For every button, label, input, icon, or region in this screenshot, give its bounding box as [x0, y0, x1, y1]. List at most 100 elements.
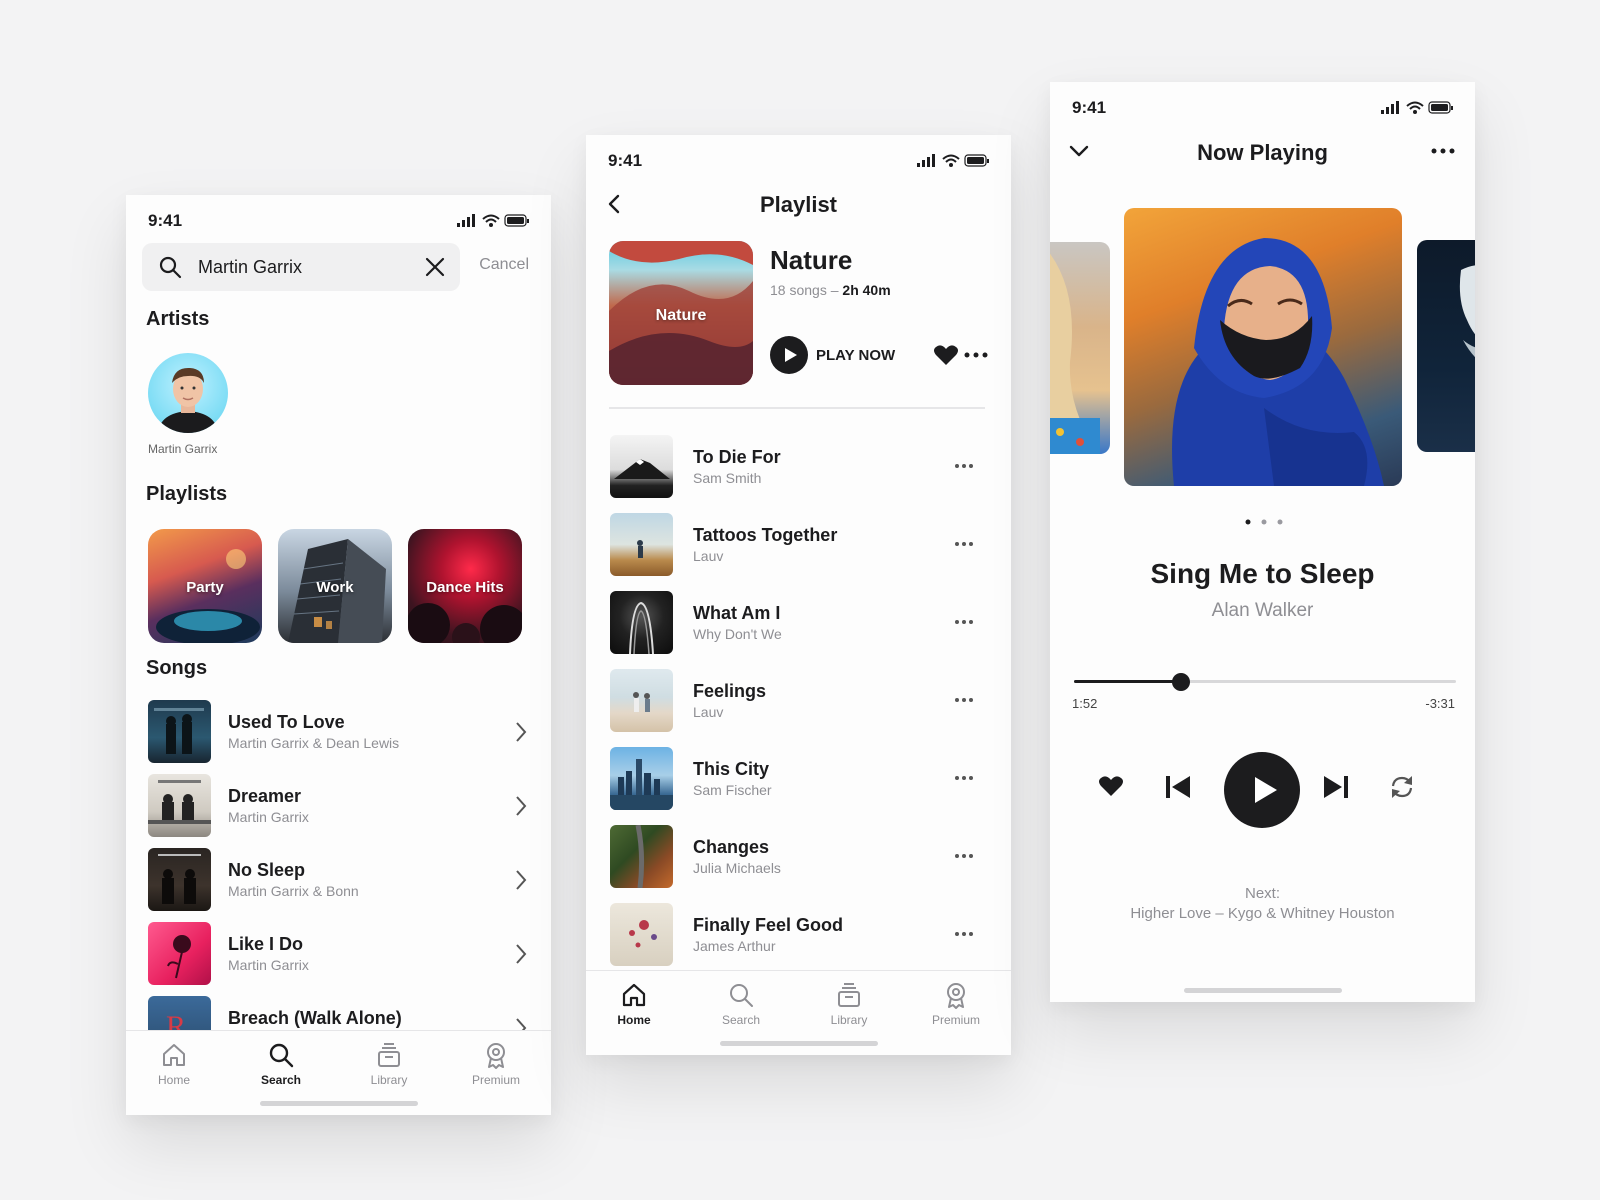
repeat-icon[interactable] — [1388, 774, 1416, 800]
search-field[interactable]: Martin Garrix — [142, 243, 460, 291]
previous-cover-image — [1050, 253, 1100, 454]
more-icon[interactable] — [954, 463, 974, 469]
previous-track-icon[interactable] — [1164, 774, 1192, 800]
pager-dot[interactable] — [1261, 519, 1267, 525]
status-bar: 9:41 — [586, 135, 1011, 185]
track-art-image — [629, 920, 657, 948]
progress-slider[interactable] — [1074, 672, 1456, 692]
song-art — [148, 848, 211, 911]
track-art — [610, 591, 673, 654]
more-icon[interactable] — [954, 697, 974, 703]
track-art — [610, 435, 673, 498]
next-label: Next: — [1244, 885, 1280, 902]
track-row[interactable]: To Die For Sam Smith — [610, 435, 988, 499]
heart-icon[interactable] — [1098, 775, 1124, 797]
tab-home[interactable]: Home — [594, 981, 674, 1027]
playlist-label: Party — [186, 579, 224, 596]
tab-search[interactable]: Search — [701, 981, 781, 1027]
tab-library[interactable]: Library — [349, 1041, 429, 1087]
song-title: Used To Love — [228, 712, 345, 732]
track-art-image — [637, 540, 643, 558]
track-row[interactable]: Finally Feel Good James Arthur — [610, 903, 988, 967]
cancel-button[interactable]: Cancel — [479, 256, 529, 274]
search-screen: 9:41 Martin Garrix Cancel Artists Martin… — [126, 195, 551, 1115]
pager-dot[interactable] — [1277, 519, 1283, 525]
song-art-image — [158, 854, 201, 904]
more-icon[interactable] — [964, 352, 988, 358]
playlists-heading: Playlists — [146, 483, 228, 505]
more-icon[interactable] — [954, 541, 974, 547]
track-art — [610, 903, 673, 966]
next-song[interactable]: Higher Love – Kygo & Whitney Houston — [1050, 905, 1475, 922]
album-cover — [1124, 208, 1402, 486]
track-row[interactable]: What Am I Why Don't We — [610, 591, 988, 655]
song-art — [148, 774, 211, 837]
more-icon[interactable] — [954, 931, 974, 937]
next-track-icon[interactable] — [1322, 774, 1350, 800]
tab-home[interactable]: Home — [134, 1041, 214, 1087]
chevron-right-icon — [516, 796, 527, 816]
track-row[interactable]: This City Sam Fischer — [610, 747, 988, 811]
song-row[interactable]: Used To Love Martin Garrix & Dean Lewis — [148, 700, 528, 764]
artist-name: Martin Garrix — [148, 442, 218, 456]
page-title: Now Playing — [1197, 140, 1328, 165]
song-art — [148, 922, 211, 985]
song-art-image — [154, 708, 204, 754]
previous-cover[interactable] — [1050, 242, 1110, 454]
tab-label: Search — [260, 1073, 302, 1087]
progress-knob[interactable] — [1171, 673, 1190, 691]
tab-label: Search — [721, 1013, 761, 1027]
tab-premium[interactable]: Premium — [456, 1041, 536, 1087]
next-cover[interactable] — [1417, 240, 1475, 452]
track-art-image — [610, 759, 673, 810]
artists-heading: Artists — [146, 308, 210, 330]
track-row[interactable]: Changes Julia Michaels — [610, 825, 988, 889]
track-title: This City — [693, 759, 770, 779]
playlist-screen: 9:41 Playlist Nature Nature 18 songs – 2… — [586, 135, 1011, 1055]
premium-icon — [487, 1043, 505, 1069]
heart-icon[interactable] — [933, 344, 959, 366]
more-icon[interactable] — [954, 853, 974, 859]
playlist-tile-work[interactable]: Work — [278, 529, 392, 643]
search-icon — [730, 984, 753, 1007]
tab-premium[interactable]: Premium — [916, 981, 996, 1027]
playlist-tile-party[interactable]: Party — [148, 529, 262, 643]
status-bar: 9:41 — [1050, 82, 1475, 132]
track-artist: Sam Fischer — [693, 782, 772, 798]
song-row[interactable]: No Sleep Martin Garrix & Bonn — [148, 848, 528, 912]
track-art-image — [633, 692, 650, 712]
tab-label: Home — [157, 1073, 190, 1087]
status-time: 9:41 — [148, 211, 183, 230]
more-icon[interactable] — [954, 775, 974, 781]
tab-label: Library — [830, 1013, 868, 1027]
song-row[interactable]: Like I Do Martin Garrix — [148, 922, 528, 986]
song-title: Dreamer — [228, 786, 302, 806]
song-artist: Martin Garrix & Bonn — [228, 883, 359, 899]
track-artist: Lauv — [693, 548, 724, 564]
playlist-tile-dance-hits[interactable]: Dance Hits — [408, 529, 522, 643]
search-icon — [159, 256, 182, 279]
artist-avatar[interactable] — [148, 353, 228, 433]
page-title: Playlist — [759, 192, 838, 217]
song-title: Sing Me to Sleep — [1150, 558, 1375, 589]
play-button[interactable] — [1224, 752, 1300, 828]
status-bar: 9:41 — [126, 195, 551, 245]
track-art — [610, 747, 673, 810]
playlist-cover: Nature — [609, 241, 753, 385]
song-title: Like I Do — [228, 934, 304, 954]
song-artist: Martin Garrix — [228, 957, 309, 973]
more-icon[interactable] — [954, 619, 974, 625]
pager-dot-active[interactable] — [1245, 519, 1251, 525]
track-row[interactable]: Feelings Lauv — [610, 669, 988, 733]
home-icon — [163, 1044, 185, 1066]
song-artist: Martin Garrix & Dean Lewis — [228, 735, 400, 751]
tab-search[interactable]: Search — [241, 1041, 321, 1087]
song-row[interactable]: Dreamer Martin Garrix — [148, 774, 528, 838]
more-icon[interactable] — [1431, 148, 1455, 154]
clear-icon[interactable] — [424, 256, 446, 278]
search-input[interactable]: Martin Garrix — [198, 257, 302, 278]
track-row[interactable]: Tattoos Together Lauv — [610, 513, 988, 577]
tab-library[interactable]: Library — [809, 981, 889, 1027]
tab-label: Premium — [471, 1073, 520, 1087]
tab-label: Home — [617, 1013, 651, 1027]
